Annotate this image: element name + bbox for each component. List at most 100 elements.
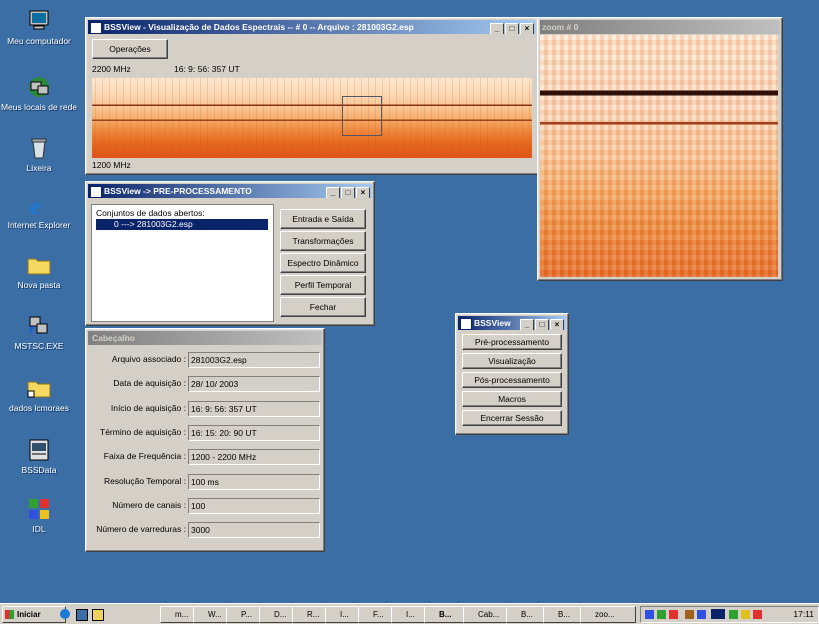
pre-processing-window: BSSView -> PRE-PROCESSAMENTO _ □ × Conju…: [85, 181, 375, 326]
desktop-icon-label: Lixeira: [26, 163, 52, 173]
maximize-button[interactable]: □: [341, 187, 355, 198]
system-tray: 17:11: [640, 606, 819, 623]
desktop-icon-label: IDL: [32, 524, 46, 534]
field-termino: 16: 15: 20: 90 UT: [188, 425, 320, 441]
window-title: BSSView: [474, 318, 511, 328]
espectro-dinamico-button[interactable]: Espectro Dinâmico: [280, 253, 366, 273]
pre-processamento-button[interactable]: Pré-processamento: [462, 334, 562, 350]
tray-icon[interactable]: [685, 610, 694, 619]
desktop-icon-label: BSSData: [21, 465, 57, 475]
header-window: Cabeçalho Arquivo associado : 281003G2.e…: [85, 328, 325, 552]
tray-icon[interactable]: [669, 610, 678, 619]
encerrar-sessao-button[interactable]: Encerrar Sessão: [462, 410, 562, 426]
outlook-quicklaunch-icon[interactable]: [92, 609, 104, 621]
close-button[interactable]: ×: [520, 23, 534, 34]
tray-icon[interactable]: [697, 610, 706, 619]
ie-quicklaunch-icon[interactable]: [60, 609, 70, 619]
entrada-saida-button[interactable]: Entrada e Saída: [280, 209, 366, 229]
freq-bottom-label: 1200 MHz: [92, 160, 131, 170]
desktop-icon-mstsc[interactable]: MSTSC.EXE: [0, 313, 78, 351]
recycle-bin-icon: [31, 138, 47, 159]
quick-launch: [56, 607, 136, 621]
desktop-icon-label: Nova pasta: [17, 280, 61, 290]
zoom-window: zoom # 0: [537, 17, 783, 281]
field-label-inicio: Início de aquisição :: [110, 403, 186, 413]
field-faixa: 1200 - 2200 MHz: [188, 449, 320, 465]
desktop-icon-internet-explorer[interactable]: e Internet Explorer: [0, 192, 78, 230]
desktop-icon-label: Meu computador: [7, 36, 71, 46]
desktop-quicklaunch-icon[interactable]: [76, 609, 88, 621]
field-label-resolucao: Resolução Temporal :: [103, 476, 186, 486]
minimize-button[interactable]: _: [326, 187, 340, 198]
network-places-icon: [29, 77, 49, 97]
zoom-image[interactable]: [540, 35, 778, 277]
desktop-icon-nova-pasta[interactable]: Nova pasta: [0, 252, 78, 290]
my-computer-icon: [29, 10, 49, 30]
field-inicio: 16: 9: 56: 357 UT: [188, 401, 320, 417]
dataset-list-label: Conjuntos de dados abertos:: [96, 208, 205, 218]
field-label-termino: Término de aquisição :: [100, 427, 186, 437]
svg-text:e: e: [30, 194, 41, 218]
desktop-icon-label: Meus locais de rede: [0, 102, 78, 112]
tray-icon[interactable]: [741, 610, 750, 619]
tray-icon[interactable]: [657, 610, 666, 619]
dataset-list-item[interactable]: 0 ---> 281003G2.esp: [96, 219, 268, 230]
window-title: BSSView - Visualização de Dados Espectra…: [104, 22, 414, 32]
operations-button[interactable]: Operações: [92, 39, 168, 59]
pos-processamento-button[interactable]: Pós-processamento: [462, 372, 562, 388]
taskbar-item[interactable]: zoo...: [580, 606, 636, 623]
windows-logo-icon: [5, 610, 14, 619]
desktop-icon-label: Internet Explorer: [7, 220, 71, 230]
freq-top-label: 2200 MHz: [92, 64, 131, 74]
perfil-temporal-button[interactable]: Perfil Temporal: [280, 275, 366, 295]
dataset-list-panel: Conjuntos de dados abertos: 0 ---> 28100…: [91, 204, 274, 322]
field-varreduras: 3000: [188, 522, 320, 538]
folder-shortcut-icon: [27, 381, 51, 398]
title-bar[interactable]: BSSView - Visualização de Dados Espectra…: [88, 20, 536, 34]
desktop-icon-label: dados lcmoraes: [8, 403, 69, 413]
maximize-button[interactable]: □: [505, 23, 519, 34]
field-arquivo: 281003G2.esp: [188, 352, 320, 368]
clock[interactable]: 17:11: [793, 608, 814, 621]
title-bar[interactable]: BSSView -> PRE-PROCESSAMENTO _ □ ×: [88, 184, 372, 198]
desktop-icon-my-computer[interactable]: Meu computador: [0, 8, 78, 46]
visualizacao-button[interactable]: Visualização: [462, 353, 562, 369]
transformacoes-button[interactable]: Transformações: [280, 231, 366, 251]
title-bar[interactable]: Cabeçalho: [88, 331, 322, 345]
desktop-icon-recycle-bin[interactable]: Lixeira: [0, 135, 78, 173]
field-label-canais: Número de canais :: [112, 500, 186, 510]
title-bar[interactable]: zoom # 0: [540, 20, 780, 34]
window-title: zoom # 0: [542, 22, 579, 32]
title-bar[interactable]: BSSView _ □ ×: [458, 316, 566, 330]
tray-icon[interactable]: [753, 610, 762, 619]
time-label: 16: 9: 56: 357 UT: [174, 64, 240, 74]
desktop-icon-bssdata[interactable]: BSSData: [0, 437, 78, 475]
minimize-button[interactable]: _: [520, 319, 534, 330]
minimize-button[interactable]: _: [490, 23, 504, 34]
fechar-button[interactable]: Fechar: [280, 297, 366, 317]
close-button[interactable]: ×: [550, 319, 564, 330]
bssdata-icon: [29, 439, 49, 461]
window-title: BSSView -> PRE-PROCESSAMENTO: [104, 186, 252, 196]
desktop-icon-label: MSTSC.EXE: [14, 341, 64, 351]
spectrum-image[interactable]: [92, 78, 532, 158]
field-label-data: Data de aquisição :: [113, 378, 186, 388]
main-spectral-window: BSSView - Visualização de Dados Espectra…: [85, 17, 539, 175]
language-indicator-icon[interactable]: [711, 609, 725, 619]
zoom-selection-box[interactable]: [342, 96, 382, 136]
taskbar: Iniciar m... W... P... D... R... I... F.…: [0, 603, 819, 624]
tray-icon[interactable]: [645, 610, 654, 619]
app-icon: [460, 318, 472, 330]
close-button[interactable]: ×: [356, 187, 370, 198]
desktop-icon-network-places[interactable]: Meus locais de rede: [0, 74, 78, 112]
field-label-varreduras: Número de varreduras :: [96, 524, 186, 534]
macros-button[interactable]: Macros: [462, 391, 562, 407]
idl-icon: [29, 499, 49, 519]
maximize-button[interactable]: □: [535, 319, 549, 330]
tray-icon[interactable]: [729, 610, 738, 619]
app-icon: [90, 22, 102, 34]
desktop-icon-idl[interactable]: IDL: [0, 496, 78, 534]
desktop-icon-dados-lcmoraes[interactable]: dados lcmoraes: [0, 375, 78, 413]
field-label-faixa: Faixa de Frequência :: [103, 451, 186, 461]
field-label-arquivo: Arquivo associado :: [111, 354, 186, 364]
